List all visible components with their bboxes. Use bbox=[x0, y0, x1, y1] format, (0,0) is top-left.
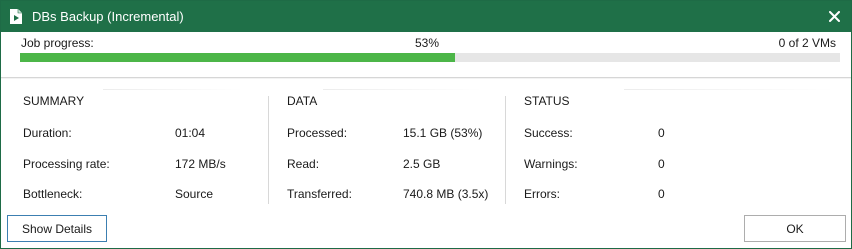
processing-rate-label: Processing rate: bbox=[23, 157, 110, 171]
bottleneck-label: Bottleneck: bbox=[23, 187, 83, 201]
status-heading: STATUS bbox=[524, 94, 570, 108]
progress-percent: 53% bbox=[415, 36, 440, 50]
bottleneck-value: Source bbox=[175, 187, 214, 201]
duration-value: 01:04 bbox=[175, 126, 206, 140]
data-heading: DATA bbox=[287, 94, 318, 108]
errors-value: 0 bbox=[658, 187, 665, 201]
close-button[interactable] bbox=[817, 1, 851, 32]
stats-panel: SUMMARY Duration: 01:04 Processing rate:… bbox=[1, 79, 851, 211]
progress-bar-fill bbox=[20, 53, 455, 62]
summary-section: SUMMARY Duration: 01:04 Processing rate:… bbox=[1, 79, 268, 211]
progress-vm-count: 0 of 2 VMs bbox=[778, 36, 836, 50]
veeam-job-icon bbox=[10, 9, 22, 24]
progress-label: Job progress: bbox=[21, 36, 94, 50]
errors-label: Errors: bbox=[524, 187, 560, 201]
summary-heading: SUMMARY bbox=[23, 94, 85, 108]
dialog-footer: Show Details OK bbox=[1, 211, 851, 248]
job-dialog: DBs Backup (Incremental) Job progress: 5… bbox=[0, 0, 852, 249]
show-details-button[interactable]: Show Details bbox=[7, 215, 107, 242]
section-rule bbox=[103, 89, 243, 90]
success-value: 0 bbox=[658, 126, 665, 140]
progress-bar bbox=[20, 53, 840, 62]
title-bar: DBs Backup (Incremental) bbox=[1, 1, 851, 32]
progress-panel: Job progress: 53% 0 of 2 VMs bbox=[1, 32, 851, 78]
section-rule bbox=[624, 89, 834, 90]
warnings-label: Warnings: bbox=[524, 157, 578, 171]
processing-rate-value: 172 MB/s bbox=[175, 157, 226, 171]
ok-button[interactable]: OK bbox=[744, 215, 846, 242]
transferred-value: 740.8 MB (3.5x) bbox=[403, 187, 489, 201]
data-section: DATA Processed: 15.1 GB (53%) Read: 2.5 … bbox=[269, 79, 505, 211]
success-label: Success: bbox=[524, 126, 573, 140]
status-section: STATUS Success: 0 Warnings: 0 Errors: 0 bbox=[506, 79, 851, 211]
section-rule bbox=[323, 89, 483, 90]
close-icon bbox=[828, 11, 840, 22]
read-value: 2.5 GB bbox=[403, 157, 441, 171]
read-label: Read: bbox=[287, 157, 320, 171]
processed-label: Processed: bbox=[287, 126, 348, 140]
warnings-value: 0 bbox=[658, 157, 665, 171]
window-title: DBs Backup (Incremental) bbox=[32, 9, 184, 24]
duration-label: Duration: bbox=[23, 126, 72, 140]
transferred-label: Transferred: bbox=[287, 187, 352, 201]
processed-value: 15.1 GB (53%) bbox=[403, 126, 483, 140]
